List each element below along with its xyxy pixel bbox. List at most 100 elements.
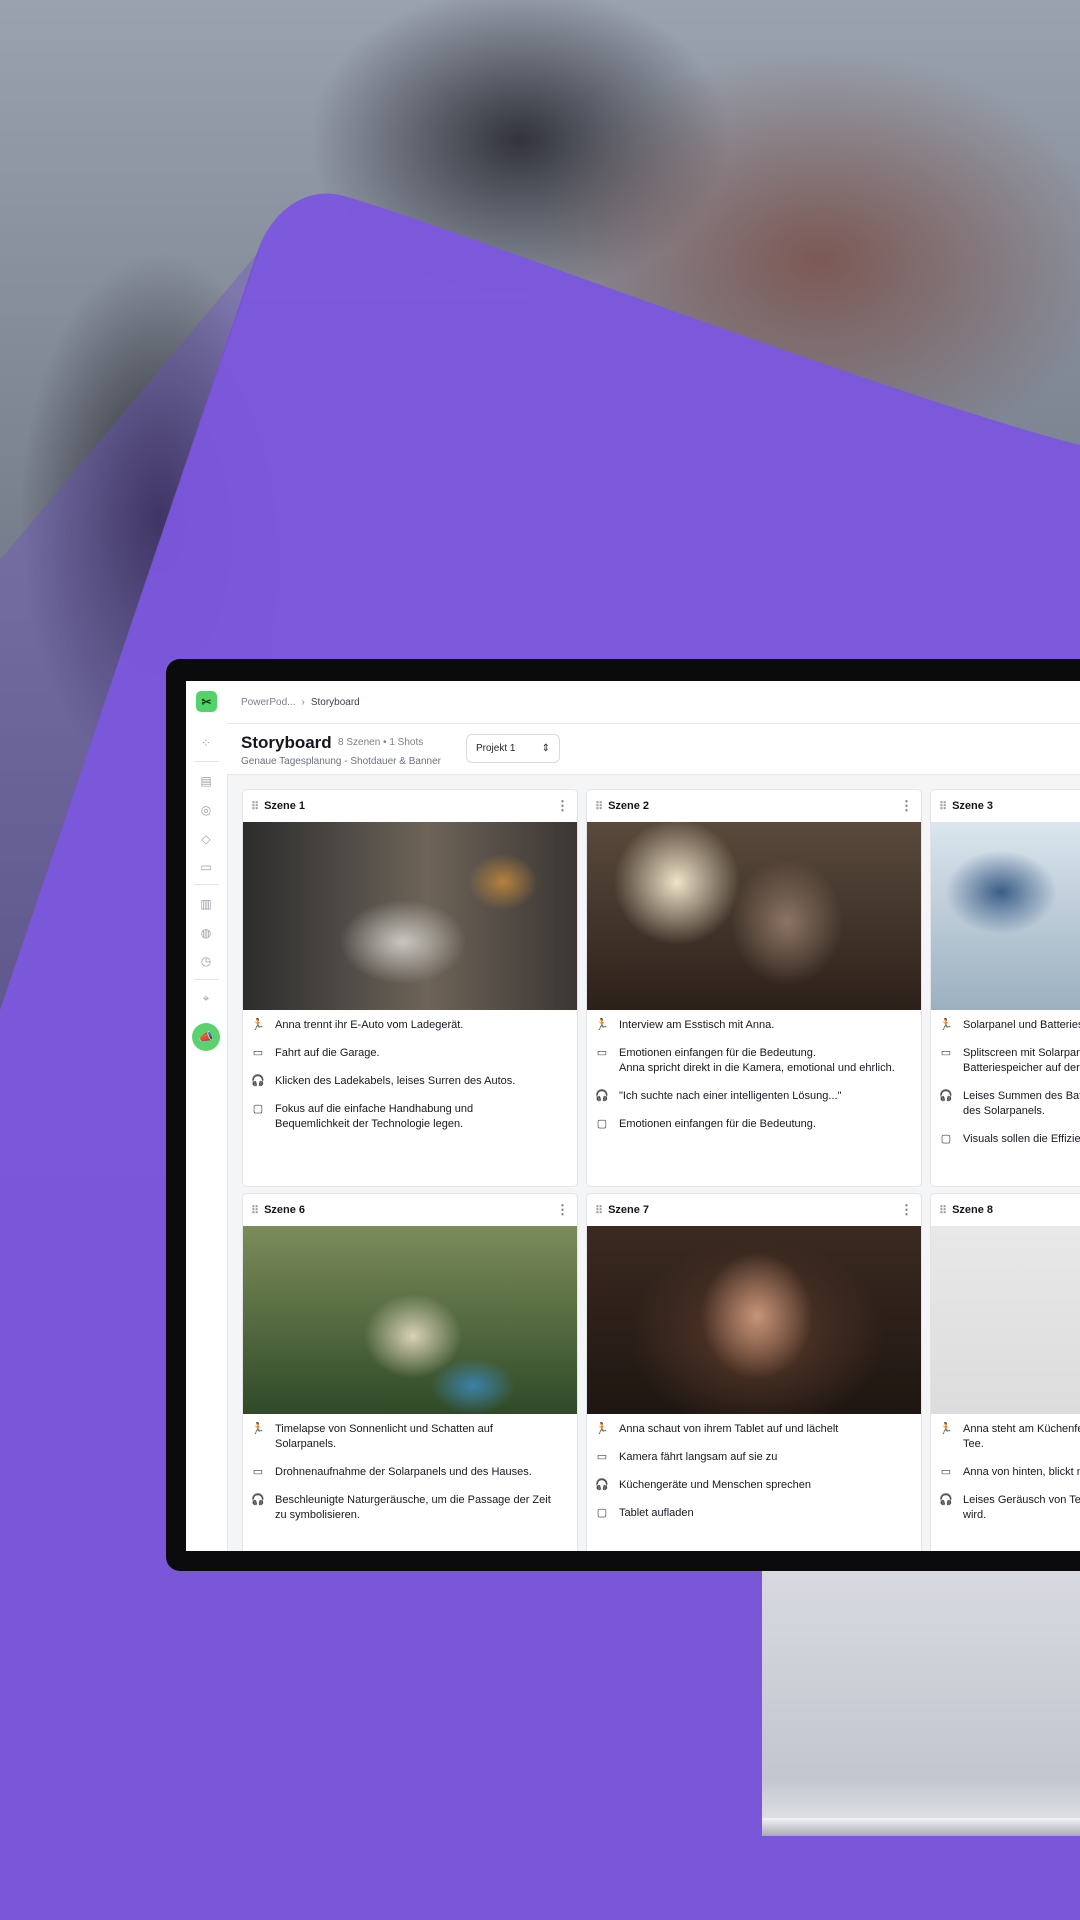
camera-icon: ▭ [940,1466,952,1478]
megaphone-icon[interactable]: 📣 [192,1023,220,1051]
scene-camera-row: ▭ Emotionen einfangen für die Bedeutung. … [595,1046,913,1076]
scene-details: 🏃 Timelapse von Sonnenlicht und Schatten … [243,1414,577,1523]
scene-card-header: ⠿ Szene 1 ⋮ [243,790,577,822]
more-options-icon[interactable]: ⋮ [556,798,569,814]
scene-audio-row: 🎧 Küchengeräte und Menschen sprechen [595,1478,913,1493]
scene-audio-row: 🎧 "Ich suchte nach einer intelligenten Lö… [595,1089,913,1104]
scene-card-header: ⠿ Szene 7 ⋮ [587,1194,921,1226]
map-pin-icon[interactable]: ⌖ [198,990,214,1006]
scene-camera-text: Splitscreen mit Solarpan Batteriespeiche… [963,1047,1080,1074]
scene-note-row: ▢ Tablet aufladen [595,1506,913,1521]
scene-audio-text: Leises Geräusch von Tee wird. [963,1494,1080,1521]
action-icon: 🏃 [595,1019,609,1031]
scene-note-row: ▢ Visuals sollen die Effizien [939,1132,1080,1147]
scene-action-text: Anna steht am Küchenfe Tee. [963,1423,1080,1450]
scene-action-text: Anna trennt ihr E-Auto vom Ladegerät. [275,1019,464,1031]
scene-card-header: ⠿ Szene 6 ⋮ [243,1194,577,1226]
scene-thumbnail[interactable] [931,822,1080,1010]
camera-icon: ▭ [940,1047,952,1059]
scene-details: 🏃 Anna schaut von ihrem Tablet auf und lä… [587,1414,921,1521]
scene-thumbnail[interactable] [931,1226,1080,1414]
note-icon: ▢ [252,1103,264,1115]
scene-card[interactable]: ⠿ Szene 2 ⋮ 🏃 Interview am Esstisch mit A… [586,789,922,1187]
scene-thumbnail[interactable] [587,1226,921,1414]
palette-icon[interactable]: ◍ [198,925,214,941]
action-icon: 🏃 [939,1423,953,1435]
scene-audio-text: Beschleunigte Naturgeräusche, um die Pas… [275,1494,551,1521]
action-icon: 🏃 [251,1019,265,1031]
scene-card-header: ⠿ Szene 8 ⋮ [931,1194,1080,1226]
project-select[interactable]: Projekt 1 ⇕ [466,734,560,763]
grid-icon[interactable]: ⁘ [198,735,214,751]
drag-handle-icon[interactable]: ⠿ [595,1204,603,1217]
clock-icon[interactable]: ◷ [198,953,214,969]
headphones-icon: 🎧 [939,1090,953,1102]
check-circle-icon[interactable]: ◎ [198,802,214,818]
headphones-icon: 🎧 [595,1479,609,1491]
scene-action-text: Timelapse von Sonnenlicht und Schatten a… [275,1423,493,1450]
scene-camera-text: Kamera fährt langsam auf sie zu [619,1451,778,1463]
scene-action-row: 🏃 Anna trennt ihr E-Auto vom Ladegerät. [251,1018,569,1033]
scene-action-row: 🏃 Solarpanel und Batteries [939,1018,1080,1033]
camera-icon: ▭ [252,1047,264,1059]
scene-thumbnail[interactable] [243,1226,577,1414]
headphones-icon: 🎧 [939,1494,953,1506]
drag-handle-icon[interactable]: ⠿ [251,800,259,813]
scene-card[interactable]: ⠿ Szene 3 ⋮ 🏃 Solarpanel und Batteries ▭ Sp… [930,789,1080,1187]
book-icon[interactable]: ▥ [198,896,214,912]
headphones-icon: 🎧 [595,1090,609,1102]
action-icon: 🏃 [595,1423,609,1435]
scene-card[interactable]: ⠿ Szene 6 ⋮ 🏃 Timelapse von Sonnenlicht u… [242,1193,578,1551]
scene-action-text: Anna schaut von ihrem Tablet auf und läc… [619,1423,839,1435]
scene-audio-text: Klicken des Ladekabels, leises Surren de… [275,1075,516,1087]
scene-camera-row: ▭ Drohnenaufnahme der Solarpanels und des… [251,1465,569,1480]
notes-icon[interactable]: ▤ [198,773,214,789]
more-options-icon[interactable]: ⋮ [556,1202,569,1218]
scene-camera-row: ▭ Kamera fährt langsam auf sie zu [595,1450,913,1465]
app-logo[interactable]: ✂ [196,691,217,712]
note-icon: ▢ [596,1507,608,1519]
scene-card[interactable]: ⠿ Szene 1 ⋮ 🏃 Anna trennt ihr E-Auto vom … [242,789,578,1187]
scene-note-text: Visuals sollen die Effizien [963,1133,1080,1145]
drag-handle-icon[interactable]: ⠿ [939,1204,947,1217]
layers-icon[interactable]: ◇ [198,831,214,847]
scene-card[interactable]: ⠿ Szene 7 ⋮ 🏃 Anna schaut von ihrem Table… [586,1193,922,1551]
scene-details: 🏃 Anna trennt ihr E-Auto vom Ladegerät. ▭ F… [243,1010,577,1132]
folder-icon[interactable]: ▭ [198,859,214,875]
monitor-stand [762,1555,1080,1835]
chevron-right-icon: › [301,696,305,708]
drag-handle-icon[interactable]: ⠿ [595,800,603,813]
scene-details: 🏃 Interview am Esstisch mit Anna. ▭ Emotion… [587,1010,921,1132]
sidebar-divider [194,761,219,762]
more-options-icon[interactable]: ⋮ [900,798,913,814]
scene-audio-row: 🎧 Klicken des Ladekabels, leises Surren d… [251,1074,569,1089]
camera-icon: ▭ [596,1451,608,1463]
breadcrumb-current: Storyboard [310,696,360,708]
breadcrumb: PowerPod... › Storyboard [227,681,1080,724]
drag-handle-icon[interactable]: ⠿ [939,800,947,813]
scene-title: Szene 8 [952,1204,994,1216]
page-header: Storyboard 8 Szenen • 1 Shots Genaue Tag… [227,724,1080,775]
more-options-icon[interactable]: ⋮ [900,1202,913,1218]
scene-thumbnail[interactable] [243,822,577,1010]
action-icon: 🏃 [939,1019,953,1031]
action-icon: 🏃 [251,1423,265,1435]
page-title: Storyboard [241,733,332,752]
camera-icon: ▭ [596,1047,608,1059]
breadcrumb-project[interactable]: PowerPod... [241,697,295,708]
scene-audio-text: Leises Summen des Batt des Solarpanels. [963,1090,1080,1117]
scene-card[interactable]: ⠿ Szene 8 ⋮ 🏃 Anna steht am Küchenfe Tee.… [930,1193,1080,1551]
scene-title: Szene 2 [608,800,650,812]
scene-camera-text: Anna von hinten, blickt n [963,1466,1080,1478]
scene-count: 8 Szenen • 1 Shots [338,737,424,748]
camera-icon: ▭ [252,1466,264,1478]
scene-thumbnail[interactable] [587,822,921,1010]
scene-details: 🏃 Solarpanel und Batteries ▭ Splitscreen mi… [931,1010,1080,1147]
scene-note-text: Tablet aufladen [619,1507,694,1519]
scene-camera-text: Drohnenaufnahme der Solarpanels und des … [275,1466,532,1478]
headphones-icon: 🎧 [251,1075,265,1087]
scene-note-text: Fokus auf die einfache Handhabung und Be… [275,1103,474,1130]
scene-camera-row: ▭ Fahrt auf die Garage. [251,1046,569,1061]
scene-note-row: ▢ Fokus auf die einfache Handhabung und B… [251,1102,569,1132]
drag-handle-icon[interactable]: ⠿ [251,1204,259,1217]
